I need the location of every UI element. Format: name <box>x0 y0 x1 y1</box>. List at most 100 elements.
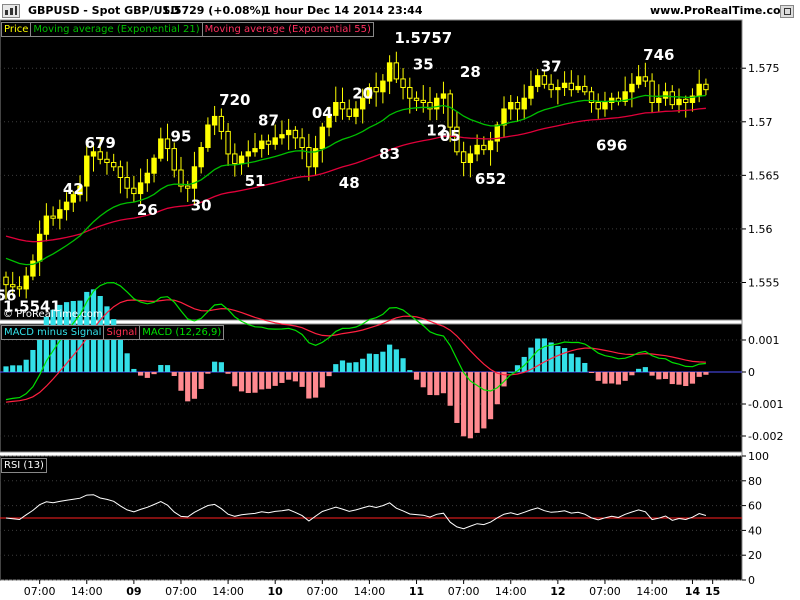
macd-histogram-bar <box>312 372 319 398</box>
price-tick-label: 1.555 <box>748 277 780 290</box>
macd-histogram-bar <box>158 365 164 372</box>
macd-histogram-bar <box>178 372 184 391</box>
macd-histogram-bar <box>481 372 487 429</box>
maximize-icon[interactable] <box>780 5 794 18</box>
price-tick-label: 1.565 <box>748 169 780 182</box>
candle-body <box>205 124 211 148</box>
candle-body <box>635 76 642 85</box>
candle-body <box>90 151 97 157</box>
rsi-tick-label: 0 <box>748 574 755 587</box>
macd-histogram-bar <box>636 368 642 372</box>
candle-body <box>252 148 258 153</box>
macd-histogram-bar <box>286 372 292 380</box>
candle-body <box>649 80 655 103</box>
candle-body <box>393 62 400 80</box>
price-annotation: 20 <box>352 85 373 103</box>
x-tick-label: 09 <box>126 585 141 598</box>
macd-histogram-bar <box>582 362 588 372</box>
candle-body <box>43 215 50 235</box>
macd-histogram-bar <box>124 353 130 372</box>
macd-histogram-bar <box>689 372 696 384</box>
candle-body <box>104 158 110 164</box>
x-tick-label: 14:00 <box>212 585 244 598</box>
candle-body <box>198 147 204 168</box>
macd-histogram-bar <box>622 372 628 381</box>
macd-histogram-bar <box>696 372 702 377</box>
price-annotation: 28 <box>460 63 481 81</box>
rsi-tick-label: 20 <box>748 549 762 562</box>
candle-body <box>50 215 56 219</box>
candle-body <box>346 108 352 117</box>
price-annotation: 720 <box>219 91 250 109</box>
macd-histogram-bar <box>138 372 144 376</box>
candle-body <box>481 144 487 151</box>
macd-histogram-bar <box>225 372 231 374</box>
macd-histogram-bar <box>676 372 682 385</box>
candle-body <box>386 62 393 82</box>
candle-body <box>16 286 23 290</box>
macd-tick-label: 0 <box>748 366 755 379</box>
candle-body <box>602 102 608 110</box>
macd-histogram-bar <box>353 362 359 372</box>
macd-histogram-bar <box>218 362 224 372</box>
candle-body <box>561 82 568 89</box>
candle-body <box>487 140 494 151</box>
price-annotation: 30 <box>191 197 212 215</box>
candle-body <box>508 102 514 110</box>
price-annotation: 87 <box>258 111 279 129</box>
candle-body <box>353 108 359 117</box>
macd-histogram-bar <box>447 372 453 406</box>
candle-body <box>110 162 117 168</box>
macd-histogram-bar <box>131 368 137 372</box>
macd-histogram-bar <box>602 372 608 384</box>
macd-histogram-bar <box>319 372 325 388</box>
candle-body <box>144 172 151 184</box>
candle-body <box>413 97 420 101</box>
macd-histogram-bar <box>609 372 615 384</box>
candle-body <box>238 155 245 165</box>
price-annotation: 37 <box>541 58 562 76</box>
macd-histogram-bar <box>306 372 312 399</box>
macd-histogram-bar <box>683 372 689 387</box>
candle-body <box>36 233 43 262</box>
candle-body <box>272 137 278 145</box>
candle-body <box>339 102 346 110</box>
legend-macd: MACD (12,26,9) <box>139 325 225 340</box>
candle-body <box>669 91 675 106</box>
x-tick-label: 11 <box>409 585 424 598</box>
macd-histogram-bar <box>272 372 278 386</box>
price-annotation: 35 <box>413 56 434 74</box>
x-tick-label: 07:00 <box>589 585 621 598</box>
candle-body <box>279 134 285 139</box>
candle-body <box>521 97 527 110</box>
candle-body <box>662 91 669 99</box>
macd-histogram-bar <box>420 372 426 388</box>
legend-signal: Signal <box>103 325 141 340</box>
candle-body <box>333 102 339 116</box>
macd-histogram-bar <box>259 372 265 390</box>
candle-body <box>541 75 548 85</box>
macd-histogram-bar <box>541 338 547 372</box>
macd-histogram-bar <box>366 353 373 372</box>
macd-histogram-bar <box>656 372 662 380</box>
macd-histogram-bar <box>198 372 204 389</box>
macd-histogram-bar <box>279 372 285 383</box>
candle-body <box>467 153 474 164</box>
macd-histogram-bar <box>454 372 460 423</box>
price-panel <box>0 19 743 321</box>
macd-histogram-bar <box>629 372 635 376</box>
macd-histogram-bar <box>252 372 258 393</box>
candle-body <box>84 155 90 187</box>
x-tick-label: 10 <box>268 585 284 598</box>
candle-body <box>534 75 541 87</box>
candle-body <box>306 147 312 168</box>
candle-body <box>117 166 124 179</box>
candle-body <box>629 83 635 93</box>
macd-histogram-bar <box>508 371 514 373</box>
macd-histogram-bar <box>373 354 379 372</box>
macd-histogram-bar <box>669 372 675 385</box>
macd-histogram-bar <box>487 372 494 420</box>
macd-histogram-bar <box>393 349 399 372</box>
macd-histogram-bar <box>561 348 568 372</box>
candle-body <box>548 83 554 91</box>
